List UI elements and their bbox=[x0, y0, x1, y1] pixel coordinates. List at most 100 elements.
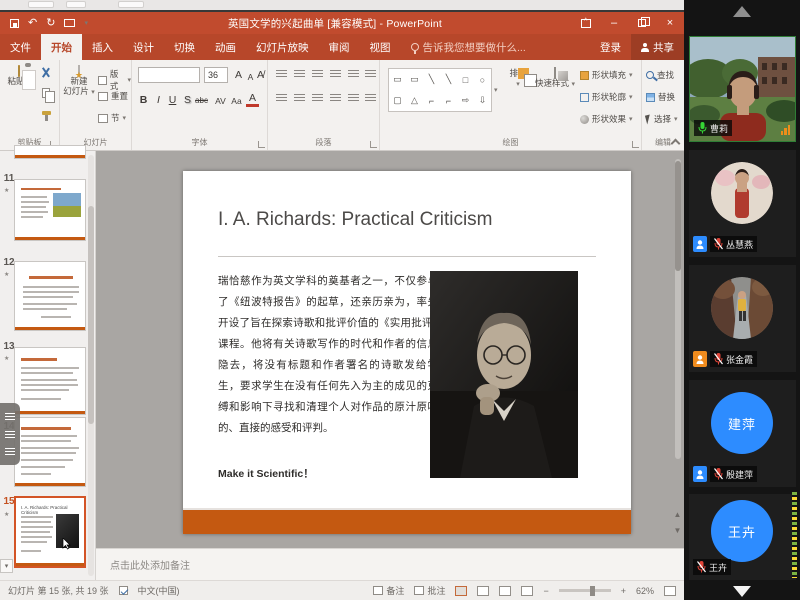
text-shadow-button[interactable]: S bbox=[181, 92, 194, 107]
shape-rectangle-icon[interactable]: □ bbox=[463, 75, 468, 85]
tab-home[interactable]: 开始 bbox=[41, 34, 82, 60]
thumbnail-slide-11[interactable] bbox=[14, 179, 86, 241]
line-spacing-icon[interactable] bbox=[348, 70, 359, 79]
align-left-icon[interactable] bbox=[276, 94, 287, 103]
replace-button[interactable]: 替换 bbox=[646, 91, 675, 103]
toolbar-list-icon[interactable] bbox=[5, 413, 15, 420]
scroll-down-arrow-icon[interactable] bbox=[733, 586, 751, 597]
tab-review[interactable]: 审阅 bbox=[319, 34, 360, 60]
section-button[interactable]: 节▾ bbox=[98, 112, 126, 124]
shape-ellipse-icon[interactable]: ○ bbox=[480, 75, 485, 85]
shape-line-icon[interactable]: ╲ bbox=[429, 74, 434, 85]
toolbar-list-icon[interactable] bbox=[5, 431, 15, 438]
participant-tile[interactable]: 王卉 王卉 bbox=[689, 494, 796, 580]
next-slide-button[interactable]: ▼ bbox=[673, 524, 682, 536]
notes-pane[interactable]: 点击此处添加备注 bbox=[96, 548, 684, 580]
animation-star-icon[interactable]: ★ bbox=[4, 187, 9, 194]
zoom-slider-thumb[interactable] bbox=[590, 586, 595, 596]
shape-connector-icon[interactable]: ⌐ bbox=[429, 96, 434, 106]
italic-button[interactable]: I bbox=[152, 92, 165, 107]
floating-annotation-toolbar[interactable] bbox=[0, 403, 20, 465]
underline-button[interactable]: U bbox=[166, 92, 179, 107]
tab-slideshow[interactable]: 幻灯片放映 bbox=[246, 34, 319, 60]
slide-body-text[interactable]: 瑞恰慈作为英文学科的奠基者之一，不仅参与了《纽波特报告》的起草，还亲历亲为，率先… bbox=[218, 271, 438, 439]
language-indicator[interactable]: 中文(中国) bbox=[138, 584, 180, 597]
comments-toggle-button[interactable]: 批注 bbox=[414, 584, 445, 597]
tab-animations[interactable]: 动画 bbox=[205, 34, 246, 60]
animation-star-icon[interactable]: ★ bbox=[4, 511, 9, 518]
change-case-button[interactable]: Aa bbox=[230, 93, 243, 108]
animation-star-icon[interactable]: ★ bbox=[4, 355, 9, 362]
tab-file[interactable]: 文件 bbox=[0, 34, 41, 60]
thumbnail-slide-15[interactable]: I. A. Richards: Practical Criticism bbox=[14, 496, 86, 568]
ribbon-display-options-button[interactable] bbox=[572, 12, 600, 34]
strikethrough-button[interactable]: abc bbox=[195, 93, 208, 108]
undo-icon[interactable]: ↶ bbox=[28, 18, 37, 29]
align-text-icon[interactable] bbox=[365, 94, 376, 103]
slide-title[interactable]: I. A. Richards: Practical Criticism bbox=[218, 209, 493, 231]
drawing-dialog-launcher[interactable] bbox=[632, 141, 639, 148]
shape-line2-icon[interactable]: ╲ bbox=[446, 74, 451, 85]
slide-sorter-view-button[interactable] bbox=[477, 586, 489, 596]
font-color-button[interactable]: A bbox=[246, 92, 259, 107]
sign-in-button[interactable]: 登录 bbox=[590, 34, 631, 60]
notes-toggle-button[interactable]: 备注 bbox=[373, 584, 404, 597]
restore-button[interactable] bbox=[628, 12, 656, 34]
participant-tile-video[interactable]: 曹莉 bbox=[689, 36, 796, 142]
layout-button[interactable]: 版式▾ bbox=[98, 68, 131, 92]
qat-customize-caret-icon[interactable]: ▾ bbox=[84, 19, 88, 27]
font-dialog-launcher[interactable] bbox=[258, 141, 265, 148]
shape-outline-button[interactable]: 形状轮廓▾ bbox=[580, 91, 633, 103]
new-slide-button[interactable]: 新建幻灯片 ▾ bbox=[63, 66, 95, 98]
toolbar-list-icon[interactable] bbox=[5, 448, 15, 455]
cut-button[interactable] bbox=[38, 66, 54, 80]
richards-portrait-photo[interactable] bbox=[430, 271, 578, 478]
minimize-button[interactable]: – bbox=[600, 12, 628, 34]
animation-star-icon[interactable]: ★ bbox=[4, 271, 9, 278]
thumbnail-slide-10-partial[interactable] bbox=[14, 145, 86, 159]
tab-design[interactable]: 设计 bbox=[123, 34, 164, 60]
decrease-indent-icon[interactable] bbox=[312, 70, 323, 79]
shape-fill-button[interactable]: 形状填充▾ bbox=[580, 69, 633, 81]
panel-collapse-button[interactable]: ▾ bbox=[0, 559, 13, 573]
slide-canvas[interactable]: I. A. Richards: Practical Criticism 瑞恰慈作… bbox=[183, 171, 631, 534]
align-center-icon[interactable] bbox=[294, 94, 305, 103]
thumbnail-scrollbar[interactable] bbox=[88, 155, 94, 576]
scroll-up-arrow-icon[interactable] bbox=[733, 6, 751, 17]
save-icon[interactable] bbox=[10, 19, 19, 28]
shape-effects-button[interactable]: 形状效果▾ bbox=[580, 113, 633, 125]
shape-textbox-icon[interactable]: ▭ bbox=[393, 74, 402, 85]
tab-view[interactable]: 视图 bbox=[360, 34, 401, 60]
shape-arrow-right-icon[interactable]: ⇨ bbox=[462, 95, 470, 106]
slideshow-view-button[interactable] bbox=[521, 586, 533, 596]
previous-slide-button[interactable]: ▲ bbox=[673, 508, 682, 520]
text-direction-icon[interactable] bbox=[365, 70, 376, 79]
thumbnail-slide-14[interactable] bbox=[14, 417, 86, 487]
shape-connector2-icon[interactable]: ⌐ bbox=[446, 96, 451, 106]
slide-vertical-scrollbar[interactable] bbox=[675, 159, 681, 459]
bullets-icon[interactable] bbox=[276, 70, 287, 79]
redo-icon[interactable]: ↻ bbox=[46, 18, 55, 29]
reset-button[interactable]: 重置 bbox=[98, 90, 128, 102]
shape-triangle-icon[interactable]: △ bbox=[411, 95, 418, 106]
close-button[interactable]: × bbox=[656, 12, 684, 34]
justify-icon[interactable] bbox=[330, 94, 341, 103]
columns-icon[interactable] bbox=[348, 94, 359, 103]
thumbnail-slide-13[interactable] bbox=[14, 347, 86, 415]
reading-view-button[interactable] bbox=[499, 586, 511, 596]
numbering-icon[interactable] bbox=[294, 70, 305, 79]
tab-transitions[interactable]: 切换 bbox=[164, 34, 205, 60]
thumbnail-slide-12[interactable] bbox=[14, 261, 86, 331]
zoom-in-button[interactable]: + bbox=[621, 586, 626, 596]
find-button[interactable]: 查找 bbox=[646, 69, 674, 81]
increase-indent-icon[interactable] bbox=[330, 70, 341, 79]
shapes-gallery[interactable]: ▭ ▭ ╲ ╲ □ ○ ▢ △ ⌐ ⌐ ⇨ ⇩ bbox=[388, 68, 492, 112]
zoom-out-button[interactable]: − bbox=[543, 586, 548, 596]
character-spacing-button[interactable]: AV bbox=[214, 93, 227, 108]
zoom-slider[interactable] bbox=[559, 589, 611, 592]
paste-button[interactable]: 粘贴 ▾ bbox=[4, 66, 34, 88]
quick-styles-button[interactable]: 快速样式 ▾ bbox=[534, 68, 576, 90]
bold-button[interactable]: B bbox=[137, 92, 150, 107]
participant-tile[interactable]: 建萍 殷建萍 bbox=[689, 380, 796, 487]
slide-editing-area[interactable]: I. A. Richards: Practical Criticism 瑞恰慈作… bbox=[96, 151, 684, 548]
